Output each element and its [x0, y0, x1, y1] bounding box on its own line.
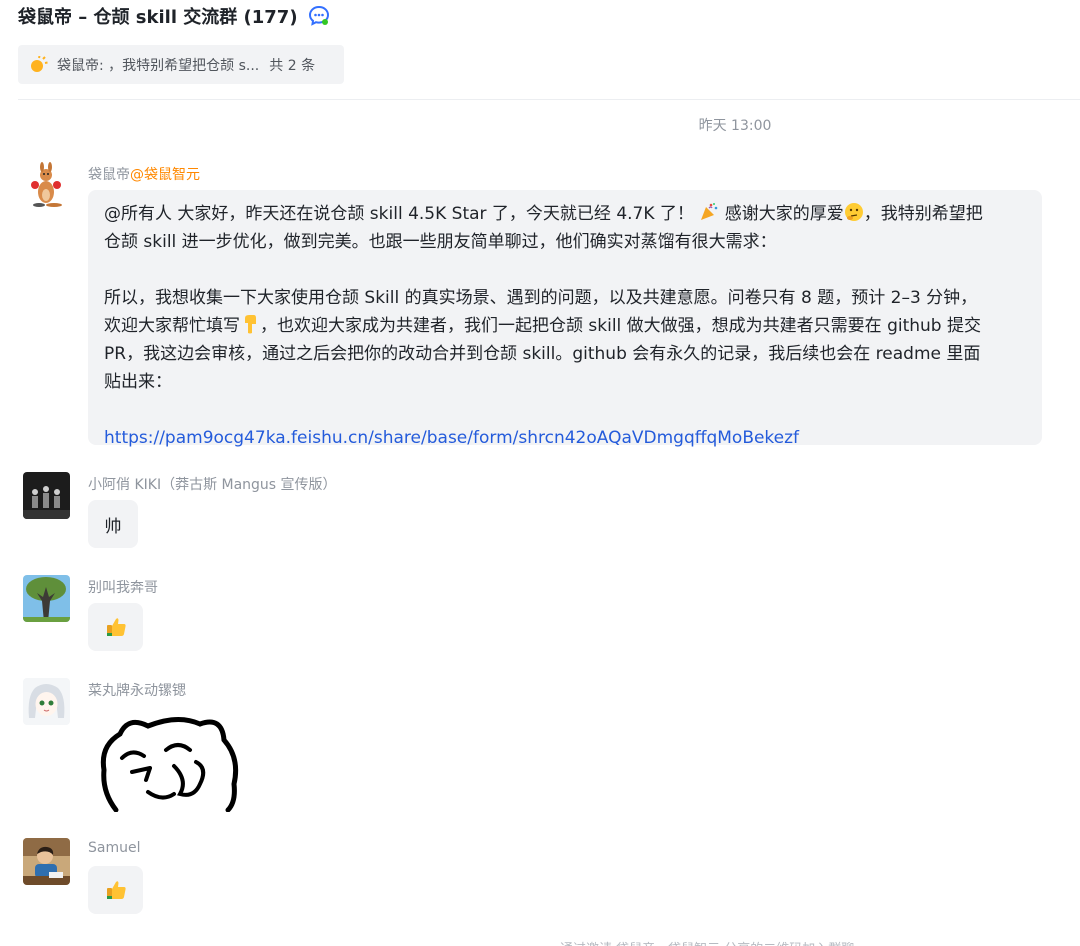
bear-sticker[interactable]	[88, 706, 244, 813]
pinned-count: 共 2 条	[269, 57, 316, 74]
pointing-down-icon	[245, 315, 256, 334]
bear-sticker-image	[88, 706, 244, 813]
avatar[interactable]	[23, 575, 70, 622]
chat-bubble-icon[interactable]	[308, 5, 330, 27]
anime-girl-avatar	[23, 678, 70, 725]
thumbs-up-emoji-icon	[106, 618, 126, 636]
message-line: 所以，我想收集一下大家使用仓颉 Skill 的真实场景、遇到的问题，以及共建意愿…	[104, 288, 978, 308]
message-line: @所有人 大家好，昨天还在说仓颉 skill 4.5K Star 了，今天就已经…	[104, 203, 983, 224]
party-popper-icon	[701, 203, 718, 220]
sun-emoji-icon	[31, 55, 48, 72]
system-notice: 通过邀请 袋鼠帝、袋鼠智元 分享的二维码加入群聊	[560, 938, 854, 946]
message-line: 贴出来：	[104, 372, 172, 392]
chat-window: 袋鼠帝 – 仓颉 skill 交流群 (177) 袋鼠帝: ，我特别希望把仓颉 …	[0, 0, 1080, 946]
sender-name[interactable]: 别叫我奔哥	[88, 577, 158, 597]
message-text: 帅	[104, 516, 122, 537]
message-bubble[interactable]	[88, 866, 143, 914]
pinned-message-bar[interactable]: 袋鼠帝: ，我特别希望把仓颉 s... 共 2 条	[18, 45, 344, 84]
sender-tag: @袋鼠智元	[130, 167, 200, 183]
avatar[interactable]	[23, 472, 70, 519]
message-bubble[interactable]	[88, 603, 143, 651]
message-timestamp: 昨天 13:00	[698, 118, 772, 134]
avatar[interactable]	[23, 838, 70, 885]
sender-name[interactable]: 袋鼠帝@袋鼠智元	[88, 164, 200, 184]
sender-name[interactable]: 菜丸牌永动镙锶	[88, 680, 186, 700]
message-line: 仓颉 skill 进一步优化，做到完美。也跟一些朋友简单聊过，他们确实对蒸馏有很…	[104, 232, 777, 252]
avatar[interactable]	[23, 162, 70, 209]
boy-desk-avatar	[23, 838, 70, 885]
sender-name[interactable]: Samuel	[88, 840, 140, 856]
pinned-preview: 袋鼠帝: ，我特别希望把仓颉 s...	[57, 57, 260, 74]
divider	[18, 99, 1080, 100]
avatar[interactable]	[23, 678, 70, 725]
thumbs-up-emoji-icon	[106, 881, 126, 899]
chat-title[interactable]: 袋鼠帝 – 仓颉 skill 交流群 (177)	[18, 4, 330, 28]
thinking-face-icon	[844, 203, 863, 221]
message-bubble[interactable]: @所有人 大家好，昨天还在说仓颉 skill 4.5K Star 了，今天就已经…	[88, 190, 1042, 448]
group-photo-avatar	[23, 472, 70, 519]
survey-link[interactable]: https://pam9ocg47ka.feishu.cn/share/base…	[104, 428, 799, 448]
chat-title-text: 袋鼠帝 – 仓颉 skill 交流群 (177)	[18, 7, 298, 28]
kangaroo-boxing-avatar	[23, 162, 70, 209]
tree-avatar	[23, 575, 70, 622]
message-line: 欢迎大家帮忙填写 ，也欢迎大家成为共建者，我们一起把仓颉 skill 做大做强，想…	[104, 315, 982, 336]
sender-name[interactable]: 小阿俏 KIKI（莽古斯 Mangus 宣传版）	[88, 474, 337, 494]
message-line: PR，我这边会审核，通过之后会把你的改动合并到仓颉 skill。github 会…	[104, 344, 981, 364]
message-bubble[interactable]: 帅	[88, 500, 138, 548]
